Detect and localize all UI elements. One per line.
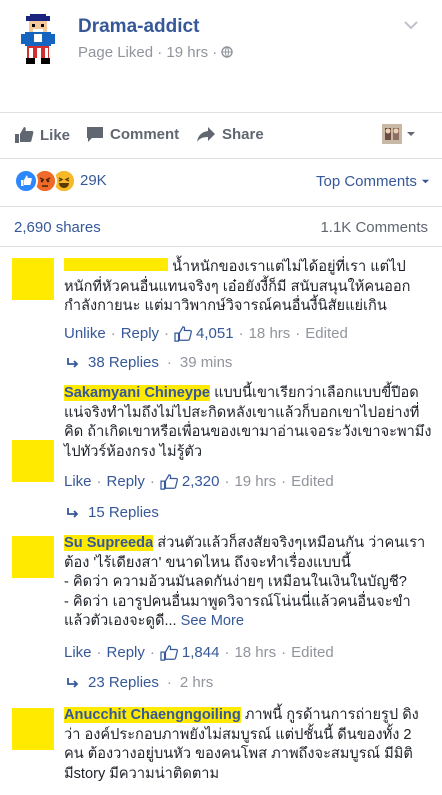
- commenter-avatar[interactable]: [12, 440, 54, 482]
- comment-icon: [87, 127, 103, 142]
- comment-likes[interactable]: 1,844: [160, 644, 220, 661]
- comment-edited[interactable]: Edited: [291, 644, 334, 661]
- profile-avatar-icon: [382, 124, 402, 144]
- commenter-name[interactable]: Sakamyani Chineype: [64, 385, 211, 401]
- comment-text-line: - คิดว่า ความอ้วนมันลดกันง่ายๆ เหมือนในเ…: [64, 574, 407, 590]
- page-avatar[interactable]: [16, 14, 60, 66]
- like-link[interactable]: Like: [64, 644, 92, 661]
- caret-down-icon: [421, 179, 430, 184]
- comment-meta: Like · Reply · 1,844 · 18 hrs · Edited: [64, 644, 334, 661]
- comment-time[interactable]: 19 hrs: [234, 473, 276, 490]
- comment-likes-count: 1,844: [181, 644, 220, 661]
- reply-arrow-icon: [67, 507, 79, 518]
- comment-edited[interactable]: Edited: [291, 473, 334, 490]
- commenter-avatar[interactable]: [12, 258, 54, 300]
- thumbs-up-outline-icon: [160, 473, 178, 490]
- view-replies-link[interactable]: 15 Replies: [66, 504, 159, 521]
- react-as-selector[interactable]: [382, 124, 416, 144]
- replies-time: 2 hrs: [179, 674, 214, 691]
- globe-icon: [221, 46, 234, 58]
- comment-sort-label: Top Comments: [316, 173, 417, 190]
- reply-link[interactable]: Reply: [121, 325, 159, 342]
- comment-sort-dropdown[interactable]: Top Comments: [316, 173, 430, 190]
- reaction-count[interactable]: 29K: [80, 172, 107, 189]
- comment-likes[interactable]: 2,320: [160, 473, 220, 490]
- post-subline-text: Page Liked · 19 hrs ·: [78, 44, 218, 61]
- view-replies-link[interactable]: 23 Replies · 2 hrs: [66, 674, 213, 691]
- like-label: Like: [40, 126, 71, 144]
- comment-meta: Like · Reply · 2,320 · 19 hrs · Edited: [64, 473, 334, 490]
- thumbs-up-icon: [15, 127, 34, 143]
- comment-body: Su Supreeda ส่วนตัวแล้วก็สงสัยจริงๆเหมือ…: [64, 534, 432, 632]
- comment-likes-count: 4,051: [196, 325, 234, 342]
- post-action-bar: Like Comment Share: [0, 118, 442, 156]
- thumbs-up-outline-icon: [160, 644, 178, 661]
- replies-count: 15 Replies: [88, 504, 159, 521]
- comment-button[interactable]: Comment: [86, 126, 179, 143]
- divider: [0, 112, 442, 113]
- reply-link[interactable]: Reply: [107, 473, 145, 490]
- comment-meta: Unlike · Reply · 4,051 · 18 hrs · Edited: [64, 325, 348, 342]
- post-stats: 2,690 shares 1.1K Comments: [0, 212, 442, 242]
- chevron-down-icon[interactable]: [400, 14, 422, 36]
- divider: [0, 206, 442, 207]
- like-button[interactable]: Like: [14, 126, 70, 144]
- replies-time: 39 mins: [179, 354, 233, 371]
- comment-likes-count: 2,320: [181, 473, 220, 490]
- caret-down-icon: [407, 132, 415, 136]
- comment-time[interactable]: 18 hrs: [234, 644, 276, 661]
- like-link[interactable]: Like: [64, 473, 92, 490]
- shares-count[interactable]: 2,690 shares: [14, 219, 101, 236]
- post-subline: Page Liked · 19 hrs ·: [78, 44, 234, 61]
- comment-time[interactable]: 18 hrs: [249, 325, 291, 342]
- divider: [0, 158, 442, 159]
- commenter-name[interactable]: Anucchit Chaengngoiling: [64, 707, 241, 723]
- comment-likes[interactable]: 4,051: [174, 325, 234, 342]
- like-reaction-icon[interactable]: [14, 169, 38, 193]
- page-name[interactable]: Drama-addict: [78, 16, 199, 38]
- comment-body: Anucchit Chaengngoiling ภาพนี้ กูรด้านกา…: [64, 706, 432, 784]
- unlike-link[interactable]: Unlike: [64, 325, 106, 342]
- reply-arrow-icon: [67, 357, 79, 368]
- share-label: Share: [222, 126, 264, 143]
- share-button[interactable]: Share: [196, 126, 264, 143]
- replies-count: 38 Replies: [88, 354, 159, 371]
- comment-body: น้ำหนักของเราแต่ไม่ได้อยู่ที่เรา แต่ไปหน…: [64, 258, 432, 317]
- post-header: Drama-addict Page Liked · 19 hrs ·: [0, 0, 442, 110]
- comment-edited[interactable]: Edited: [305, 325, 348, 342]
- comments-count[interactable]: 1.1K Comments: [320, 219, 428, 236]
- comment-body: Sakamyani Chineype แบบนี้เขาเรียกว่าเลือ…: [64, 384, 432, 462]
- thumbs-up-outline-icon: [174, 325, 192, 342]
- share-icon: [197, 127, 215, 142]
- commenter-avatar[interactable]: [12, 708, 54, 750]
- see-more-link[interactable]: See More: [181, 613, 244, 629]
- reply-arrow-icon: [67, 677, 79, 688]
- replies-count: 23 Replies: [88, 674, 159, 691]
- comment-label: Comment: [110, 126, 180, 143]
- commenter-avatar[interactable]: [12, 536, 54, 578]
- divider: [0, 246, 442, 247]
- reactions-row: 29K Top Comments: [0, 163, 442, 199]
- view-replies-link[interactable]: 38 Replies · 39 mins: [66, 354, 232, 371]
- reply-link[interactable]: Reply: [107, 644, 145, 661]
- commenter-name[interactable]: Su Supreeda: [64, 535, 154, 551]
- commenter-name[interactable]: [64, 258, 168, 271]
